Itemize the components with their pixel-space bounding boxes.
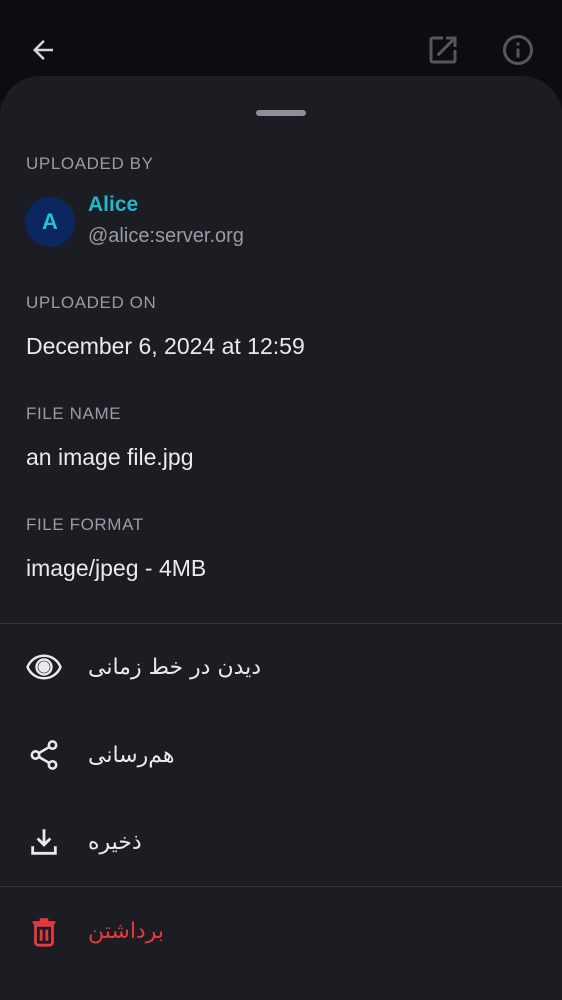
action-label: هم‌رسانی — [88, 742, 175, 768]
file-format-label: FILE FORMAT — [26, 515, 144, 534]
save-action[interactable]: ذخیره — [0, 802, 562, 882]
file-format-value: image/jpeg - 4MB — [26, 555, 207, 581]
avatar-initial: A — [42, 209, 58, 234]
avatar: A — [25, 197, 75, 247]
share-icon — [24, 735, 64, 775]
file-name-label: FILE NAME — [26, 404, 122, 423]
remove-action[interactable]: برداشتن — [0, 891, 562, 971]
download-icon — [24, 822, 64, 862]
uploaded-on-value: December 6, 2024 at 12:59 — [26, 333, 305, 359]
user-id: @alice:server.org — [88, 225, 244, 247]
arrow-left-icon[interactable] — [25, 32, 61, 68]
delete-icon — [24, 911, 64, 951]
action-label: دیدن در خط زمانی — [88, 654, 262, 680]
share-action[interactable]: هم‌رسانی — [0, 715, 562, 795]
uploaded-on-label: UPLOADED ON — [26, 293, 157, 312]
drag-handle[interactable] — [256, 110, 306, 116]
user-display-name: Alice — [88, 193, 139, 216]
divider — [0, 623, 562, 624]
info-icon[interactable] — [500, 32, 536, 68]
divider — [0, 886, 562, 887]
open-external-icon[interactable] — [425, 32, 461, 68]
eye-icon — [24, 647, 64, 687]
file-name-value: an image file.jpg — [26, 444, 194, 470]
action-label: برداشتن — [88, 918, 164, 944]
action-label: ذخیره — [88, 829, 142, 855]
view-in-timeline-action[interactable]: دیدن در خط زمانی — [0, 627, 562, 707]
media-details-sheet: UPLOADED BY A Alice @alice:server.org UP… — [0, 76, 562, 1000]
uploaded-by-label: UPLOADED BY — [26, 154, 154, 173]
